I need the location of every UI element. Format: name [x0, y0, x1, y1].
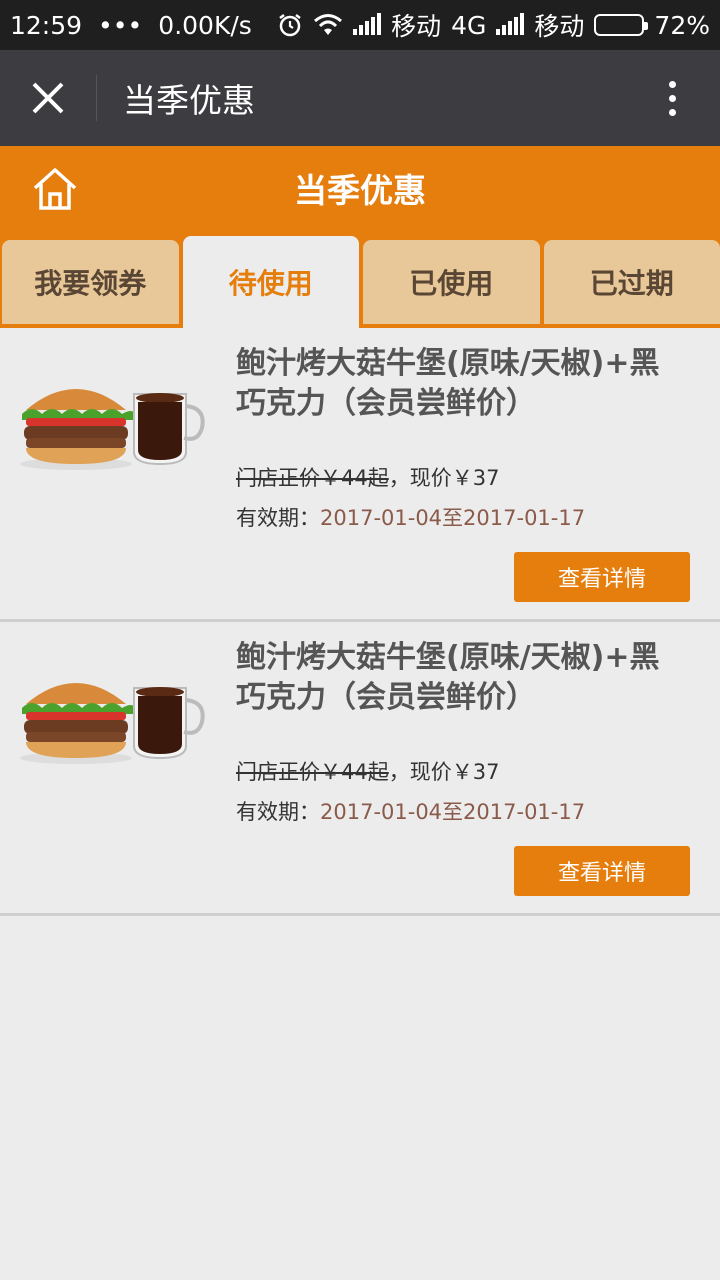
view-details-button[interactable]: 查看详情	[514, 846, 690, 896]
signal-icon-2	[496, 13, 525, 35]
validity-label: 有效期：	[236, 800, 320, 824]
validity-dates: 2017-01-04至2017-01-17	[320, 800, 586, 824]
coupon-item: 鲍汁烤大菇牛堡(原味/天椒)+黑巧克力（会员尝鲜价） 门店正价￥44起，现价￥3…	[0, 328, 720, 622]
status-carrier1: 移动	[391, 12, 442, 41]
page-header: 当季优惠	[0, 146, 720, 236]
coupon-item: 鲍汁烤大菇牛堡(原味/天椒)+黑巧克力（会员尝鲜价） 门店正价￥44起，现价￥3…	[0, 622, 720, 916]
close-icon	[32, 82, 64, 114]
status-speed: 0.00K/s	[158, 10, 252, 40]
battery-icon	[594, 14, 649, 36]
coupon-price: 门店正价￥44起，现价￥37	[236, 462, 499, 492]
status-carrier2: 移动	[534, 12, 585, 41]
current-price: 现价￥37	[409, 466, 500, 490]
tab-get-coupon[interactable]: 我要领券	[2, 240, 179, 324]
burger-coffee-image	[20, 683, 205, 764]
original-price: 门店正价￥44起	[236, 466, 389, 490]
coupon-validity: 有效期：2017-01-04至2017-01-17	[236, 502, 585, 532]
coupon-price: 门店正价￥44起，现价￥37	[236, 756, 499, 786]
validity-label: 有效期：	[236, 506, 320, 530]
tab-expired[interactable]: 已过期	[543, 240, 720, 324]
original-price: 门店正价￥44起	[236, 760, 389, 784]
more-dot-icon	[668, 80, 676, 88]
status-network: 4G	[451, 10, 487, 40]
page-title: 当季优惠	[294, 171, 426, 210]
alarm-icon	[279, 14, 301, 37]
signal-icon	[353, 13, 382, 35]
current-price: 现价￥37	[409, 760, 500, 784]
tab-to-use[interactable]: 待使用	[182, 236, 359, 328]
burger-coffee-image	[20, 389, 205, 470]
coupon-validity: 有效期：2017-01-04至2017-01-17	[236, 796, 585, 826]
price-separator: ，	[388, 466, 410, 490]
status-dots: •••	[98, 10, 143, 40]
coupon-list: 鲍汁烤大菇牛堡(原味/天椒)+黑巧克力（会员尝鲜价） 门店正价￥44起，现价￥3…	[0, 328, 720, 916]
validity-dates: 2017-01-04至2017-01-17	[320, 506, 586, 530]
title-bar: 当季优惠	[0, 50, 720, 146]
more-dot-icon	[668, 94, 676, 102]
coupon-name: 鲍汁烤大菇牛堡(原味/天椒)+黑巧克力（会员尝鲜价）	[236, 640, 660, 715]
close-button[interactable]	[0, 50, 96, 146]
coupon-name: 鲍汁烤大菇牛堡(原味/天椒)+黑巧克力（会员尝鲜价）	[236, 346, 660, 421]
wifi-icon	[314, 14, 343, 35]
price-separator: ，	[388, 760, 410, 784]
status-battery: 72%	[654, 10, 710, 40]
more-menu-button[interactable]	[624, 50, 720, 146]
status-bar: 12:59 ••• 0.00K/s 移动 4G 移动 72%	[0, 0, 720, 50]
status-time: 12:59	[10, 10, 83, 40]
more-dot-icon	[668, 108, 676, 116]
tab-bar: 我要领券 待使用 已使用 已过期	[0, 236, 720, 328]
view-details-button[interactable]: 查看详情	[514, 552, 690, 602]
tab-used[interactable]: 已使用	[363, 240, 540, 324]
window-title: 当季优惠	[123, 81, 255, 120]
